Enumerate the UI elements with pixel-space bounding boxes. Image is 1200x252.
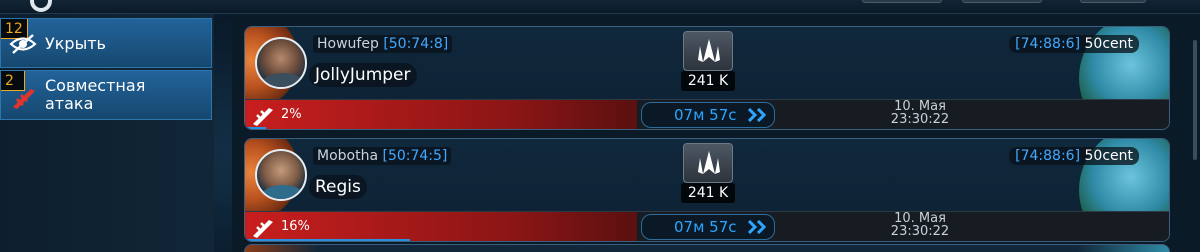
progress-underline [245, 127, 266, 129]
joint-attack-button[interactable]: 2 Совместная атака [0, 70, 212, 120]
sword-icon [253, 108, 273, 126]
attack-row[interactable]: Howufep [50:74:8] JollyJumper 241 K [74:… [244, 26, 1170, 130]
fast-forward-icon[interactable] [748, 108, 768, 122]
sword-icon [253, 220, 273, 238]
joint-attack-label: Совместная атака [45, 77, 145, 113]
target-name[interactable]: [74:88:6] 50cent [1009, 35, 1139, 53]
hide-button[interactable]: 12 Укрыть [0, 18, 212, 68]
attacker-player: Mobotha [317, 148, 379, 164]
attack-progress-fill [245, 100, 637, 129]
fleet-ship-icon [698, 39, 720, 62]
progress-percent: 2% [281, 107, 302, 122]
countdown-timer[interactable]: 07м 57с [641, 214, 775, 240]
countdown-timer[interactable]: 07м 57с [641, 102, 775, 128]
scrollbar[interactable] [1193, 40, 1197, 160]
joint-attack-label-line1: Совместная [45, 76, 146, 95]
fleet-ship-icon [698, 151, 720, 174]
logo-icon [30, 0, 52, 12]
fleet-size: 241 K [681, 183, 735, 203]
countdown-value: 07м 57с [674, 106, 737, 124]
progress-percent: 16% [281, 219, 310, 234]
target-name[interactable]: [74:88:6] 50cent [1009, 147, 1139, 165]
arrival-time: 10. Мая 23:30:22 [865, 212, 975, 238]
fast-forward-icon[interactable] [748, 220, 768, 234]
avatar[interactable] [255, 149, 307, 201]
attack-row[interactable]: Mobotha [50:74:5] Regis 241 K [74:88:6] … [244, 138, 1170, 242]
fleet-button[interactable] [683, 31, 733, 71]
fleet-button[interactable] [683, 143, 733, 183]
attacker-name[interactable]: Mobotha [50:74:5] [313, 147, 452, 165]
progress-underline [245, 239, 410, 241]
arrival-time: 10. Мая 23:30:22 [865, 100, 975, 126]
attacker-nickname: JollyJumper [309, 63, 417, 87]
top-bar [0, 0, 1200, 14]
arrival-clock: 23:30:22 [890, 112, 950, 127]
attacker-nickname: Regis [309, 175, 367, 199]
sidebar: 12 Укрыть 2 Совместная атака [0, 14, 214, 252]
avatar[interactable] [255, 37, 307, 89]
hide-label: Укрыть [45, 34, 106, 53]
attacker-player: Howufep [317, 36, 379, 52]
top-tab-1[interactable] [862, 0, 942, 3]
target-coords[interactable]: [74:88:6] [1015, 148, 1080, 164]
top-tab-2[interactable] [962, 0, 1042, 3]
target-player: 50cent [1084, 36, 1134, 52]
attacker-coords[interactable]: [50:74:8] [383, 36, 448, 52]
top-tab-3[interactable] [1080, 0, 1146, 3]
countdown-value: 07м 57с [674, 218, 737, 236]
hidden-eye-icon [9, 34, 37, 54]
attack-progress-bar: 16% 07м 57с 10. Мая 23:30:22 [245, 211, 1169, 241]
attacker-name[interactable]: Howufep [50:74:8] [313, 35, 453, 53]
target-coords[interactable]: [74:88:6] [1015, 36, 1080, 52]
attack-row-partial[interactable] [244, 244, 1170, 252]
arrival-clock: 23:30:22 [890, 224, 950, 239]
attacker-coords[interactable]: [50:74:5] [383, 148, 448, 164]
target-player: 50cent [1084, 148, 1134, 164]
fleet-size: 241 K [681, 71, 735, 91]
joint-attack-label-line2: атака [45, 94, 94, 113]
sword-icon [13, 89, 35, 109]
attack-progress-bar: 2% 07м 57с 10. Мая 23:30:22 [245, 99, 1169, 129]
